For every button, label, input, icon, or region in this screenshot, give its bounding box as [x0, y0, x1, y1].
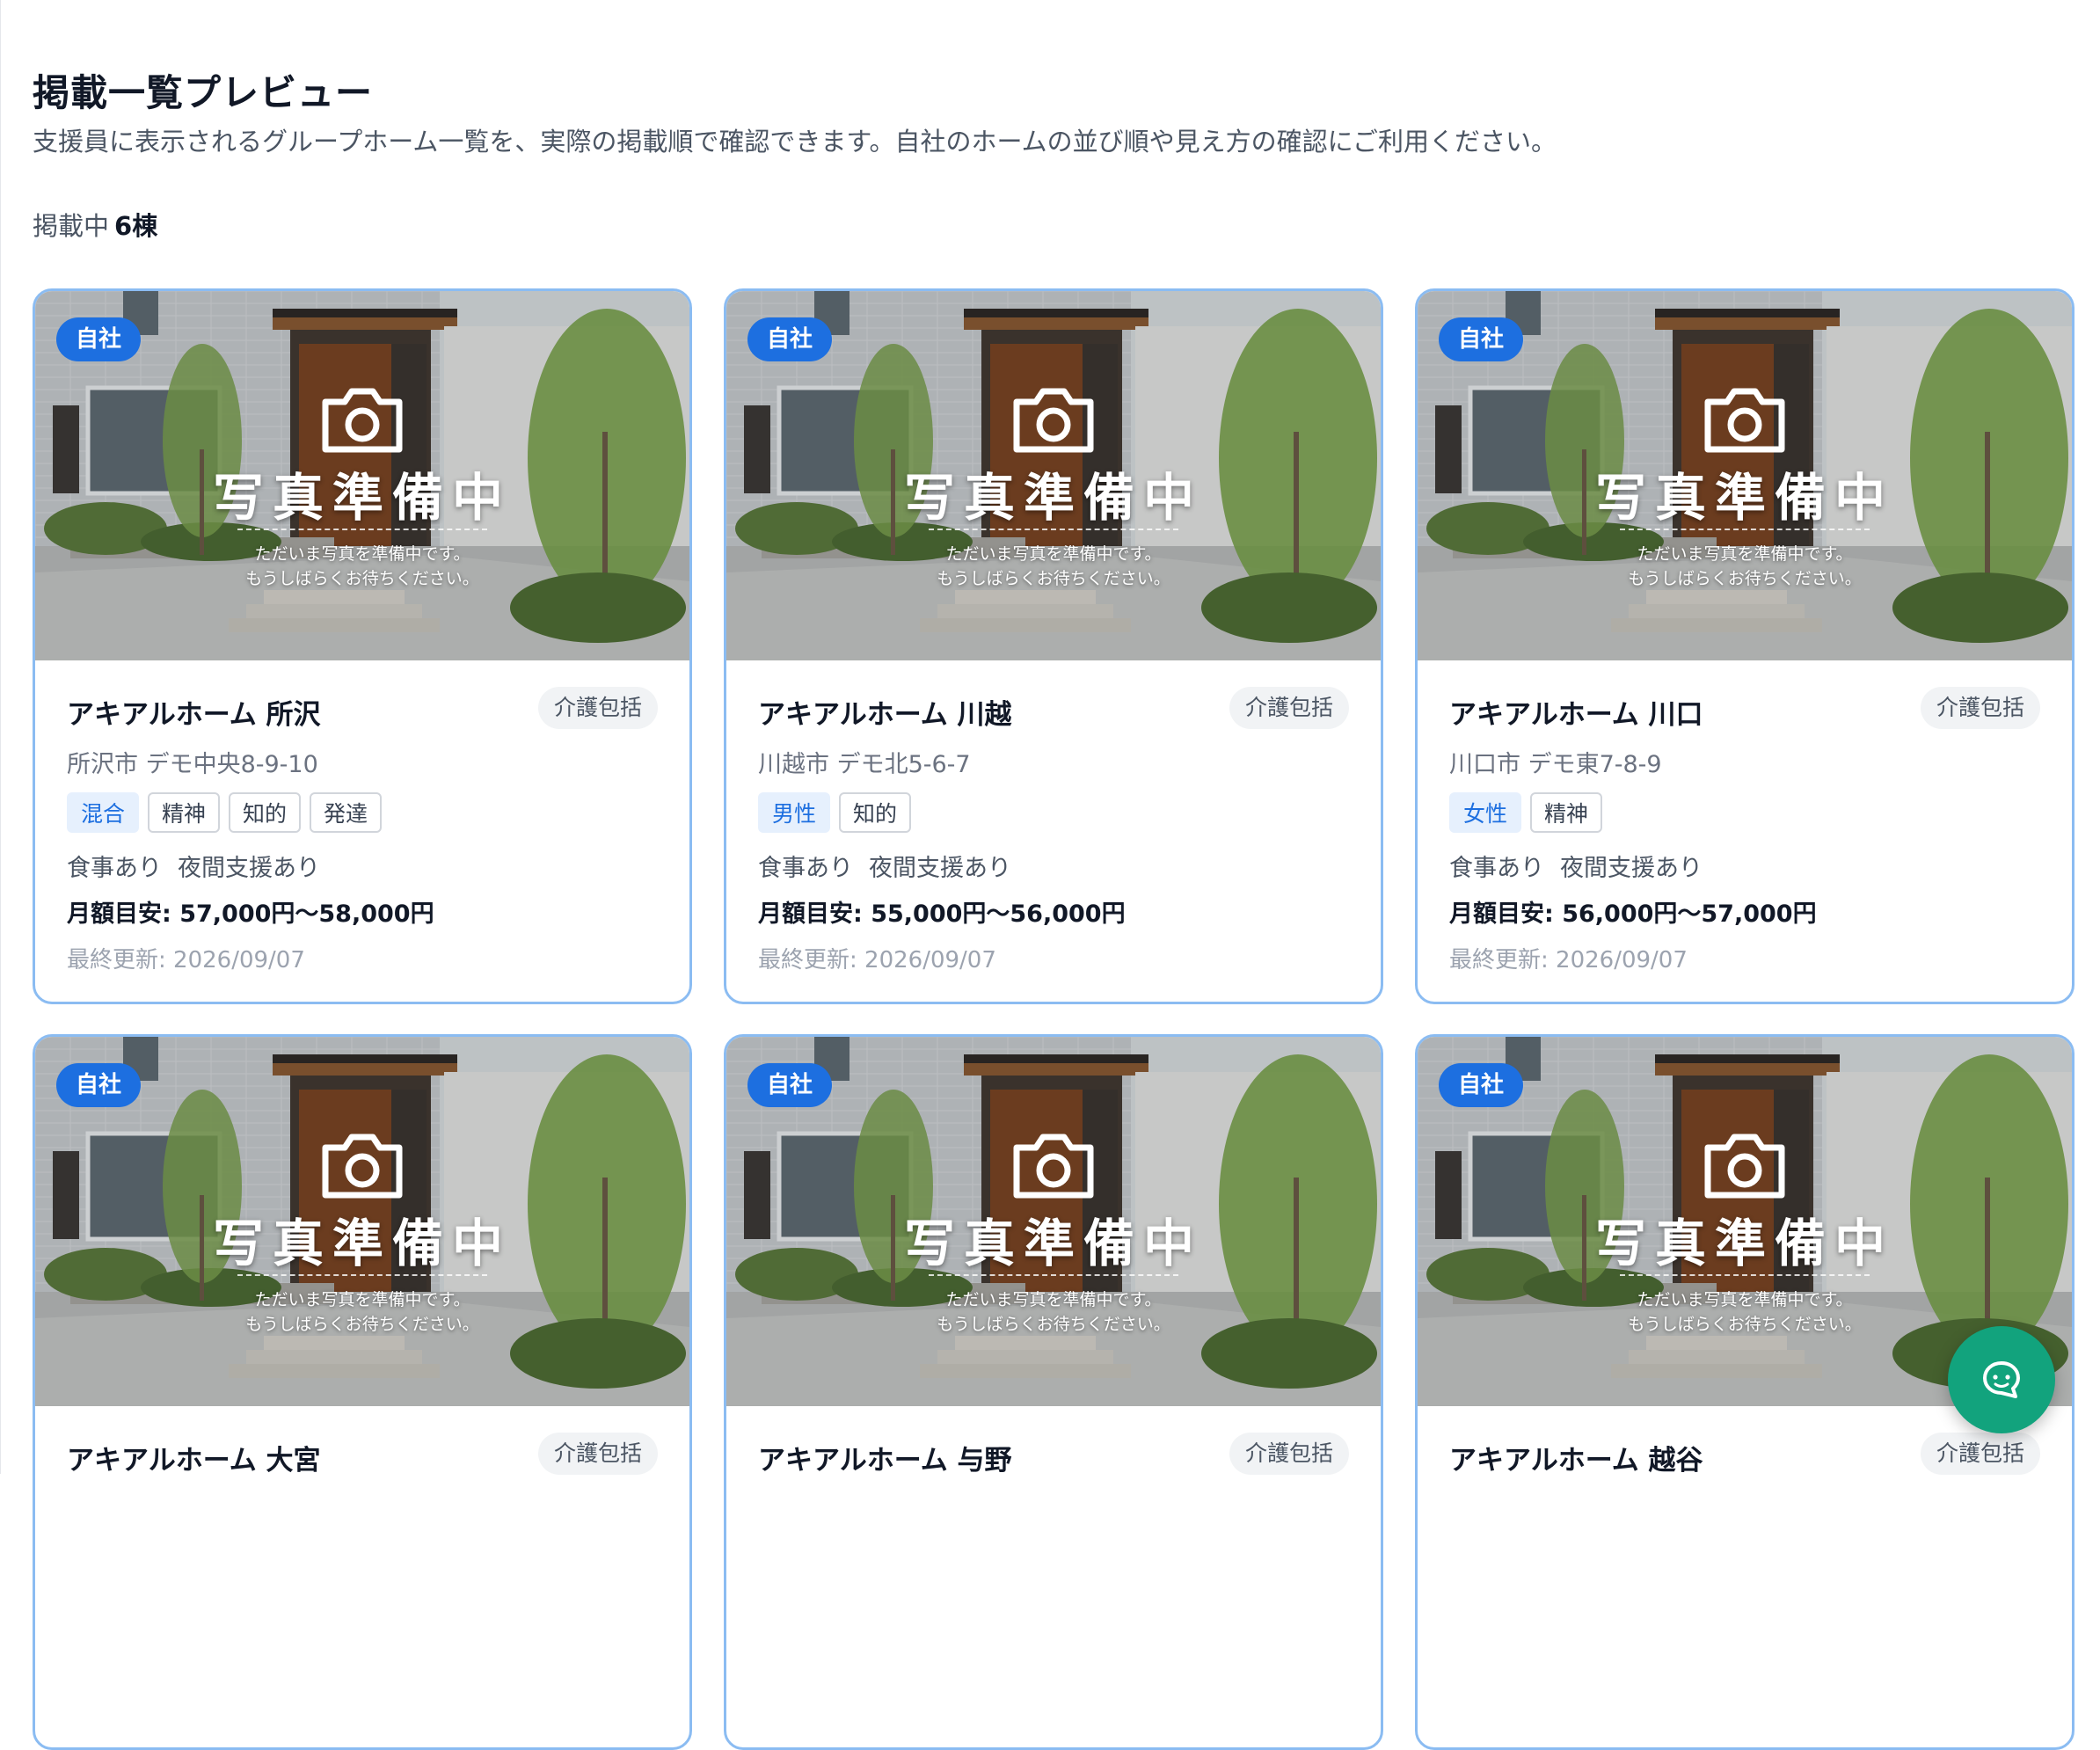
listing-preview-page: 掲載一覧プレビュー 支援員に表示されるグループホーム一覧を、実際の掲載順で確認で… — [0, 0, 2100, 1750]
home-photo: 写真準備中 ただいま写真を準備中です。 もうしばらくお待ちください。 自社 — [1418, 291, 2072, 660]
last-updated: 最終更新: 2026/09/07 — [1449, 947, 1688, 973]
care-type-badge: 介護包括 — [537, 687, 658, 729]
care-type-badge: 介護包括 — [1229, 1433, 1349, 1475]
divider — [237, 1274, 487, 1276]
photo-placeholder-line2: もうしばらくお待ちください。 — [245, 569, 479, 588]
amenities: 食事あり 夜間支援あり — [67, 849, 320, 883]
home-card[interactable]: 写真準備中 ただいま写真を準備中です。 もうしばらくお待ちください。 自社 アキ… — [33, 288, 692, 1004]
photo-placeholder-line2: もうしばらくお待ちください。 — [1628, 569, 1862, 588]
care-type-badge: 介護包括 — [1920, 1433, 2040, 1475]
meal-info: 食事あり — [1449, 855, 1544, 882]
photo-placeholder-title: 写真準備中 — [212, 468, 512, 528]
night-support-info: 夜間支援あり — [869, 855, 1011, 882]
gender-tag: 男性 — [758, 792, 831, 833]
divider — [1620, 529, 1870, 530]
home-photo: 写真準備中 ただいま写真を準備中です。 もうしばらくお待ちください。 自社 — [35, 1037, 689, 1406]
care-type-badge: 介護包括 — [1229, 687, 1349, 729]
monthly-price: 月額目安: 55,000円〜56,000円 — [758, 901, 1126, 928]
care-type-badge: 介護包括 — [1920, 687, 2040, 729]
meal-info: 食事あり — [758, 855, 853, 882]
meal-info: 食事あり — [67, 855, 162, 882]
camera-icon — [1704, 1134, 1785, 1199]
amenities: 食事あり 夜間支援あり — [758, 849, 1011, 883]
page-title: 掲載一覧プレビュー — [33, 71, 374, 114]
camera-icon — [1013, 1134, 1094, 1199]
photo-placeholder-line1: ただいま写真を準備中です。 — [1637, 1290, 1853, 1309]
tag-list: 女性 精神 — [1449, 792, 1603, 833]
home-address: 川越市 デモ北5-6-7 — [758, 751, 971, 778]
own-company-badge: 自社 — [56, 1063, 142, 1107]
disability-tag: 知的 — [229, 792, 302, 833]
last-updated: 最終更新: 2026/09/07 — [67, 947, 305, 973]
home-address: 所沢市 デモ中央8-9-10 — [67, 751, 318, 778]
home-card[interactable]: 写真準備中 ただいま写真を準備中です。 もうしばらくお待ちください。 自社 アキ… — [1415, 288, 2074, 1004]
divider — [1620, 1274, 1870, 1276]
monthly-price: 月額目安: 56,000円〜57,000円 — [1449, 901, 1817, 928]
gender-tag: 女性 — [1449, 792, 1522, 833]
home-photo: 写真準備中 ただいま写真を準備中です。 もうしばらくお待ちください。 自社 — [726, 1037, 1381, 1406]
chat-button[interactable] — [1948, 1326, 2055, 1433]
home-name: アキアルホーム 川越 — [758, 699, 1012, 731]
tag-list: 男性 知的 — [758, 792, 912, 833]
home-name: アキアルホーム 所沢 — [67, 699, 321, 731]
page-description: 支援員に表示されるグループホーム一覧を、実際の掲載順で確認できます。自社のホーム… — [33, 127, 1557, 157]
photo-placeholder-title: 写真準備中 — [212, 1214, 512, 1273]
divider — [237, 529, 487, 530]
photo-placeholder-line1: ただいま写真を準備中です。 — [945, 1290, 1162, 1309]
photo-placeholder-line2: もうしばらくお待ちください。 — [245, 1315, 479, 1334]
disability-tag: 知的 — [839, 792, 912, 833]
disability-tag: 発達 — [310, 792, 383, 833]
own-company-badge: 自社 — [747, 1063, 833, 1107]
home-address: 川口市 デモ東7-8-9 — [1449, 751, 1662, 778]
photo-placeholder-title: 写真準備中 — [1594, 468, 1894, 528]
photo-placeholder-title: 写真準備中 — [903, 1214, 1203, 1273]
camera-icon — [322, 388, 403, 453]
own-company-badge: 自社 — [1439, 1063, 1524, 1107]
home-name: アキアルホーム 川口 — [1449, 699, 1703, 731]
care-type-badge: 介護包括 — [537, 1433, 658, 1475]
divider — [929, 529, 1178, 530]
photo-placeholder-line2: もうしばらくお待ちください。 — [1628, 1315, 1862, 1334]
disability-tag: 精神 — [1530, 792, 1603, 833]
own-company-badge: 自社 — [1439, 317, 1524, 361]
home-card[interactable]: 写真準備中 ただいま写真を準備中です。 もうしばらくお待ちください。 自社 アキ… — [724, 1034, 1383, 1750]
home-card[interactable]: 写真準備中 ただいま写真を準備中です。 もうしばらくお待ちください。 自社 アキ… — [724, 288, 1383, 1004]
photo-placeholder-line2: もうしばらくお待ちください。 — [937, 569, 1170, 588]
photo-placeholder-line2: もうしばらくお待ちください。 — [937, 1315, 1170, 1334]
monthly-price: 月額目安: 57,000円〜58,000円 — [67, 901, 434, 928]
listing-count-label: 掲載中 — [33, 211, 110, 241]
home-name: アキアルホーム 与野 — [758, 1445, 1012, 1477]
photo-placeholder-title: 写真準備中 — [903, 468, 1203, 528]
own-company-badge: 自社 — [747, 317, 833, 361]
home-photo: 写真準備中 ただいま写真を準備中です。 もうしばらくお待ちください。 自社 — [35, 291, 689, 660]
last-updated: 最終更新: 2026/09/07 — [758, 947, 996, 973]
divider — [929, 1274, 1178, 1276]
disability-tag: 精神 — [148, 792, 221, 833]
home-card[interactable]: 写真準備中 ただいま写真を準備中です。 もうしばらくお待ちください。 自社 アキ… — [33, 1034, 692, 1750]
photo-placeholder-title: 写真準備中 — [1594, 1214, 1894, 1273]
gender-tag: 混合 — [67, 792, 140, 833]
camera-icon — [1704, 388, 1785, 453]
night-support-info: 夜間支援あり — [178, 855, 320, 882]
own-company-badge: 自社 — [56, 317, 142, 361]
camera-icon — [1013, 388, 1094, 453]
home-name: アキアルホーム 越谷 — [1449, 1445, 1703, 1477]
listing-count-value: 6棟 — [114, 211, 158, 241]
photo-placeholder-line1: ただいま写真を準備中です。 — [254, 544, 470, 564]
listing-count: 掲載中 6棟 — [33, 206, 157, 243]
night-support-info: 夜間支援あり — [1560, 855, 1703, 882]
amenities: 食事あり 夜間支援あり — [1449, 849, 1703, 883]
photo-placeholder-line1: ただいま写真を準備中です。 — [1637, 544, 1853, 564]
chat-bubble-icon — [1983, 1361, 2020, 1398]
photo-placeholder-line1: ただいま写真を準備中です。 — [254, 1290, 470, 1309]
photo-placeholder-line1: ただいま写真を準備中です。 — [945, 544, 1162, 564]
home-name: アキアルホーム 大宮 — [67, 1445, 321, 1477]
tag-list: 混合 精神 知的 発達 — [67, 792, 383, 833]
home-photo: 写真準備中 ただいま写真を準備中です。 もうしばらくお待ちください。 自社 — [726, 291, 1381, 660]
camera-icon — [322, 1134, 403, 1199]
